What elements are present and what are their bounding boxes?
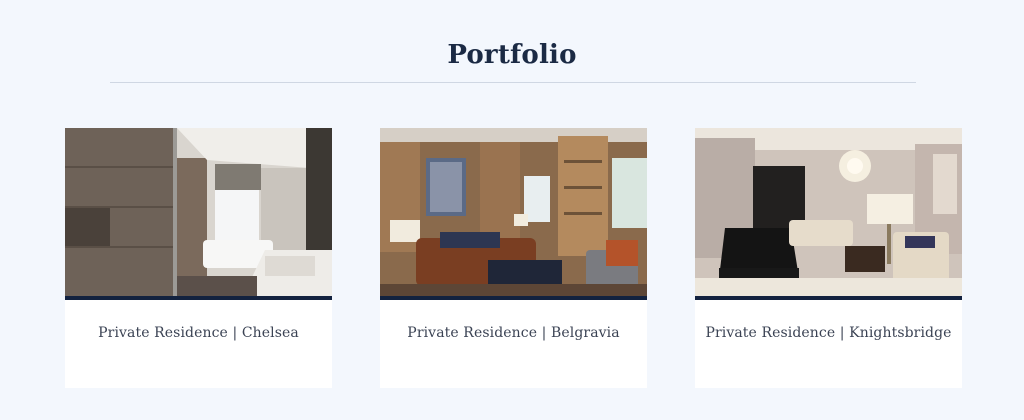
project-photo-knightsbridge[interactable]: [695, 128, 962, 296]
accent-bar: [380, 296, 647, 300]
accent-bar: [65, 296, 332, 300]
project-caption-chelsea[interactable]: Private Residence | Chelsea: [65, 325, 332, 341]
project-photo-chelsea[interactable]: [65, 128, 332, 296]
portfolio-card-belgravia[interactable]: Private Residence | Belgravia: [380, 128, 647, 388]
project-caption-knightsbridge[interactable]: Private Residence | Knightsbridge: [695, 325, 962, 341]
project-photo-belgravia[interactable]: [380, 128, 647, 296]
title-divider: [110, 82, 916, 83]
portfolio-section: Portfolio Private Residence | Chelsea Pr…: [0, 0, 1024, 420]
section-title: Portfolio: [447, 40, 577, 70]
project-caption-belgravia[interactable]: Private Residence | Belgravia: [380, 325, 647, 341]
portfolio-card-knightsbridge[interactable]: Private Residence | Knightsbridge: [695, 128, 962, 388]
portfolio-card-chelsea[interactable]: Private Residence | Chelsea: [65, 128, 332, 388]
accent-bar: [695, 296, 962, 300]
